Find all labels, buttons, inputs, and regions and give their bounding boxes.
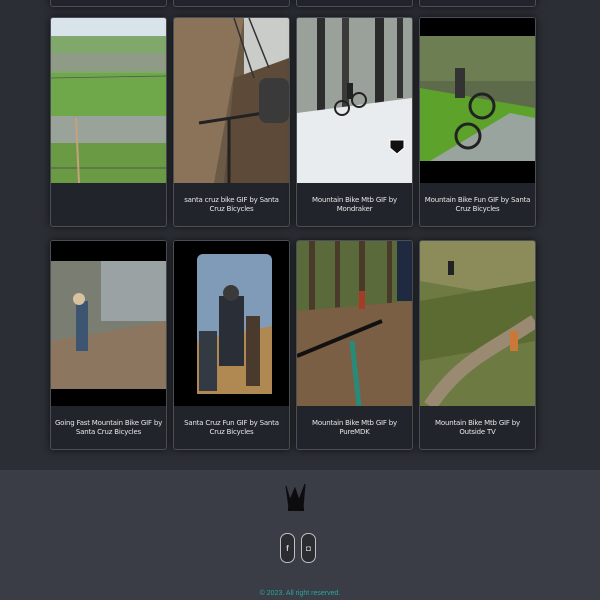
gif-caption: Mountain Bike Fun GIF by Santa Cruz Bicy… xyxy=(424,195,531,213)
gif-card[interactable]: Santa Cruz Fun GIF by Santa Cruz Bicycle… xyxy=(173,240,290,450)
gif-caption: Going Fast Mountain Bike GIF by Santa Cr… xyxy=(54,418,163,436)
hillside-trail-image xyxy=(420,241,535,406)
snow-ride-image xyxy=(297,18,412,183)
instagram-button[interactable]: ◘ xyxy=(301,533,316,563)
gif-card[interactable]: Going Fast Mountain Bike GIF by Santa Cr… xyxy=(50,240,167,450)
gif-card[interactable]: Mountain Bike Mtb GIF by Mondraker xyxy=(296,17,413,227)
gif-card[interactable]: Mountain Bike Mtb GIF by PureMDK xyxy=(296,240,413,450)
gif-card[interactable] xyxy=(50,17,167,227)
copyright-text: © 2023. All right reserved. xyxy=(259,590,341,597)
gif-card-partial[interactable] xyxy=(50,0,167,7)
gif-caption xyxy=(51,183,166,226)
gif-thumbnail[interactable] xyxy=(297,18,412,183)
gif-caption: Mountain Bike Mtb GIF by Outside TV xyxy=(435,418,520,436)
gif-card-partial[interactable] xyxy=(419,0,536,7)
instagram-icon: ◘ xyxy=(306,543,311,553)
gif-caption: Mountain Bike Mtb GIF by Mondraker xyxy=(312,195,397,213)
facebook-button[interactable]: f xyxy=(280,533,295,563)
gif-thumbnail[interactable] xyxy=(51,18,166,183)
gif-caption: santa cruz bike GIF by Santa Cruz Bicycl… xyxy=(184,195,279,213)
gif-card[interactable]: Mountain Bike Mtb GIF by Outside TV xyxy=(419,240,536,450)
gif-thumbnail[interactable] xyxy=(51,241,166,406)
facebook-icon: f xyxy=(286,543,289,553)
crown-logo-icon[interactable] xyxy=(282,480,310,514)
gif-thumbnail[interactable] xyxy=(174,241,289,406)
wheelie-ride-image xyxy=(420,18,535,183)
gif-thumbnail[interactable] xyxy=(420,18,535,183)
gif-caption: Santa Cruz Fun GIF by Santa Cruz Bicycle… xyxy=(184,418,279,436)
fast-downhill-image xyxy=(51,241,166,406)
gif-card-partial[interactable] xyxy=(296,0,413,7)
gif-gallery: santa cruz bike GIF by Santa Cruz Bicycl… xyxy=(0,0,600,470)
gif-card[interactable]: santa cruz bike GIF by Santa Cruz Bicycl… xyxy=(173,17,290,227)
gif-card[interactable]: Mountain Bike Fun GIF by Santa Cruz Bicy… xyxy=(419,17,536,227)
forest-pov-image xyxy=(297,241,412,406)
forest-trail-ride-image xyxy=(174,18,289,183)
riders-group-image xyxy=(174,241,289,406)
gif-caption: Mountain Bike Mtb GIF by PureMDK xyxy=(312,418,397,436)
gif-thumbnail[interactable] xyxy=(174,18,289,183)
gif-thumbnail[interactable] xyxy=(297,241,412,406)
grass-field-image xyxy=(51,18,166,183)
gif-thumbnail[interactable] xyxy=(420,241,535,406)
gif-card-partial[interactable] xyxy=(173,0,290,7)
